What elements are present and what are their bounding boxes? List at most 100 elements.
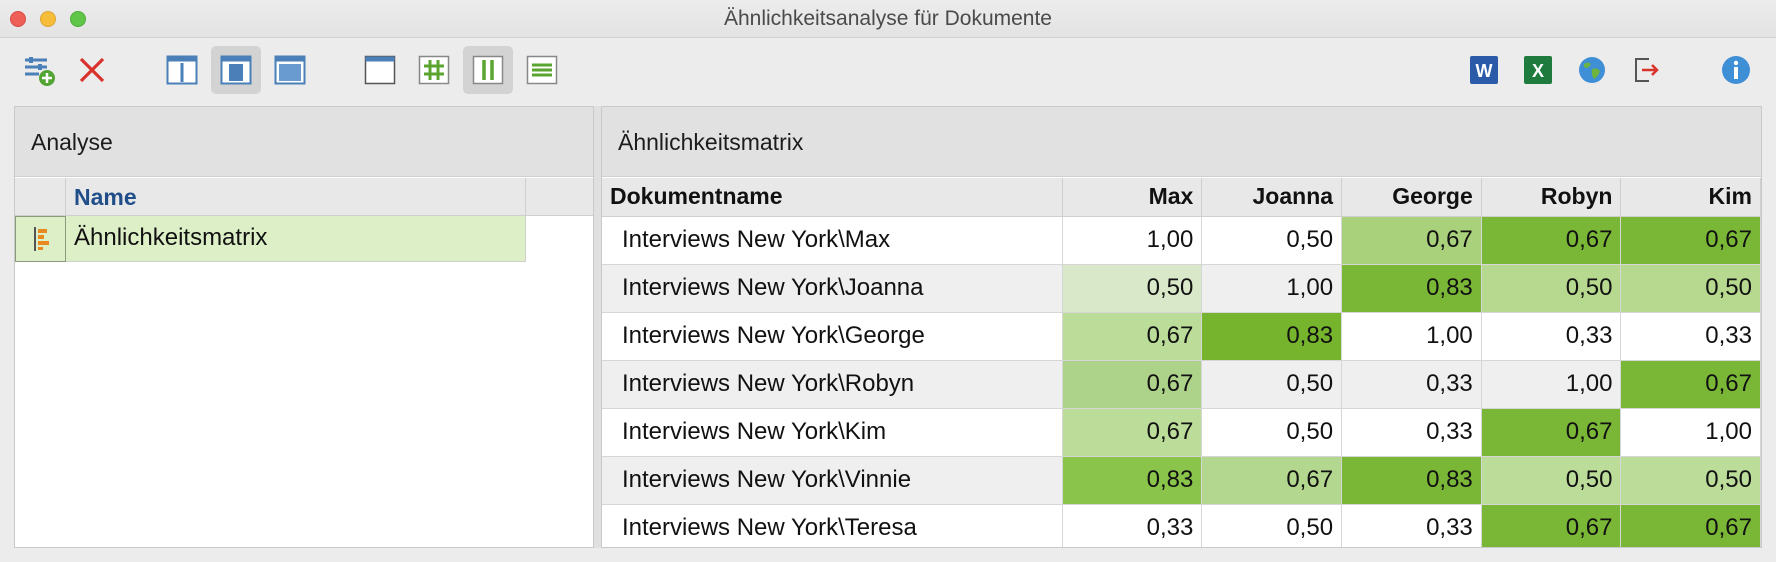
delete-button[interactable] <box>67 46 117 94</box>
pane-splitter[interactable] <box>594 106 601 548</box>
svg-text:X: X <box>1532 61 1544 81</box>
similarity-cell: 0,83 <box>1201 312 1343 361</box>
analysis-list-header: Name <box>15 178 593 216</box>
list-item[interactable]: Ähnlichkeitsmatrix <box>15 216 593 262</box>
similarity-cell: 0,50 <box>1201 504 1343 547</box>
column-header-joanna[interactable]: Joanna <box>1201 178 1343 217</box>
export-button[interactable] <box>1621 46 1671 94</box>
globe-button[interactable] <box>1567 46 1617 94</box>
similarity-cell: 0,50 <box>1620 456 1761 505</box>
similarity-cell: 1,00 <box>1201 264 1343 313</box>
similarity-cell: 0,67 <box>1341 216 1482 265</box>
layout-left-icon <box>166 55 198 85</box>
similarity-cell: 0,33 <box>1062 504 1203 547</box>
icon-column-header[interactable] <box>15 178 66 216</box>
table-row[interactable]: Interviews New York\Teresa 0,33 0,50 0,33 0,… <box>602 504 1761 547</box>
similarity-cell: 0,33 <box>1620 312 1761 361</box>
similarity-cell: 0,83 <box>1341 456 1482 505</box>
similarity-cell: 0,33 <box>1481 312 1622 361</box>
table-row[interactable]: Interviews New York\Kim 0,67 0,50 0,33 0,67 1… <box>602 408 1761 457</box>
similarity-cell: 0,33 <box>1341 408 1482 457</box>
document-name-cell: Interviews New York\Kim <box>602 408 1063 457</box>
similarity-cell: 0,50 <box>1201 360 1343 409</box>
new-analysis-icon <box>25 57 55 86</box>
layout-full-icon <box>274 55 306 85</box>
columns-button[interactable] <box>463 46 513 94</box>
similarity-cell: 0,50 <box>1062 264 1203 313</box>
similarity-cell: 0,67 <box>1481 216 1622 265</box>
similarity-cell: 0,50 <box>1620 264 1761 313</box>
similarity-cell: 0,67 <box>1201 456 1343 505</box>
info-button[interactable] <box>1711 46 1761 94</box>
table-row[interactable]: Interviews New York\Robyn 0,67 0,50 0,33 1,0… <box>602 360 1761 409</box>
title-bar: Ähnlichkeitsanalyse für Dokumente <box>0 0 1776 38</box>
column-header-george[interactable]: George <box>1341 178 1482 217</box>
similarity-cell: 0,83 <box>1341 264 1482 313</box>
similarity-cell: 0,33 <box>1341 504 1482 547</box>
similarity-cell: 1,00 <box>1620 408 1761 457</box>
column-header-max[interactable]: Max <box>1062 178 1203 217</box>
document-name-cell: Interviews New York\Vinnie <box>602 456 1063 505</box>
matrix-pane-title: Ähnlichkeitsmatrix <box>602 107 1761 177</box>
column-header-kim[interactable]: Kim <box>1620 178 1761 217</box>
window-button[interactable] <box>355 46 405 94</box>
excel-export-icon: X <box>1524 56 1552 84</box>
matrix-pane: Ähnlichkeitsmatrix Dokumentname Max Joann… <box>601 106 1762 548</box>
name-column-header[interactable]: Name <box>66 178 526 216</box>
rows-button[interactable] <box>517 46 567 94</box>
hash-button[interactable] <box>409 46 459 94</box>
table-row[interactable]: Interviews New York\Joanna 0,50 1,00 0,83 0,… <box>602 264 1761 313</box>
document-name-cell: Interviews New York\George <box>602 312 1063 361</box>
analysis-pane: Analyse Name Ähnlichkeitsmatrix <box>14 106 594 548</box>
toolbar: W X <box>0 38 1776 102</box>
similarity-cell: 0,50 <box>1481 264 1622 313</box>
similarity-cell: 0,50 <box>1201 216 1343 265</box>
list-item-icon-cell <box>15 216 66 262</box>
similarity-cell: 0,67 <box>1620 216 1761 265</box>
layout-left-button[interactable] <box>157 46 207 94</box>
list-item-label: Ähnlichkeitsmatrix <box>66 216 526 262</box>
document-name-cell: Interviews New York\Robyn <box>602 360 1063 409</box>
similarity-cell: 1,00 <box>1481 360 1622 409</box>
document-name-cell: Interviews New York\Max <box>602 216 1063 265</box>
analysis-list: Name Ähnlichkeitsmatrix <box>15 178 593 262</box>
layout-full-button[interactable] <box>265 46 315 94</box>
document-name-cell: Interviews New York\Joanna <box>602 264 1063 313</box>
similarity-cell: 0,33 <box>1341 360 1482 409</box>
table-row[interactable]: Interviews New York\George 0,67 0,83 1,00 0,… <box>602 312 1761 361</box>
word-export-icon: W <box>1470 56 1498 84</box>
similarity-cell: 0,67 <box>1620 504 1761 547</box>
similarity-cell: 0,67 <box>1620 360 1761 409</box>
export-icon <box>1635 58 1659 82</box>
similarity-cell: 0,67 <box>1062 360 1203 409</box>
similarity-matrix-table: Dokumentname Max Joanna George Robyn Kim Int… <box>602 178 1761 547</box>
svg-text:W: W <box>1476 61 1493 81</box>
document-name-cell: Interviews New York\Teresa <box>602 504 1063 547</box>
new-analysis-button[interactable] <box>14 46 64 94</box>
hash-icon <box>418 55 450 85</box>
similarity-cell: 0,50 <box>1201 408 1343 457</box>
window-icon <box>364 55 396 85</box>
similarity-cell: 0,83 <box>1062 456 1203 505</box>
window-title: Ähnlichkeitsanalyse für Dokumente <box>723 7 1052 30</box>
similarity-cell: 0,67 <box>1481 504 1622 547</box>
similarity-cell: 0,50 <box>1481 456 1622 505</box>
info-icon <box>1722 56 1750 84</box>
rows-icon <box>526 55 558 85</box>
excel-export-button[interactable]: X <box>1513 46 1563 94</box>
similarity-cell: 0,67 <box>1062 312 1203 361</box>
layout-center-icon <box>220 55 252 85</box>
delete-icon <box>79 57 105 83</box>
table-row[interactable]: Interviews New York\Vinnie 0,83 0,67 0,83 0,… <box>602 456 1761 505</box>
analysis-pane-title: Analyse <box>15 107 593 177</box>
columns-icon <box>472 55 504 85</box>
spacer-column-header <box>526 178 593 216</box>
layout-center-button[interactable] <box>211 46 261 94</box>
table-row[interactable]: Interviews New York\Max 1,00 0,50 0,67 0,67 0… <box>602 216 1761 265</box>
similarity-cell: 1,00 <box>1341 312 1482 361</box>
column-header-robyn[interactable]: Robyn <box>1481 178 1622 217</box>
similarity-cell: 0,67 <box>1062 408 1203 457</box>
globe-icon <box>1579 57 1605 83</box>
word-export-button[interactable]: W <box>1459 46 1509 94</box>
document-name-column-header[interactable]: Dokumentname <box>602 178 1063 217</box>
